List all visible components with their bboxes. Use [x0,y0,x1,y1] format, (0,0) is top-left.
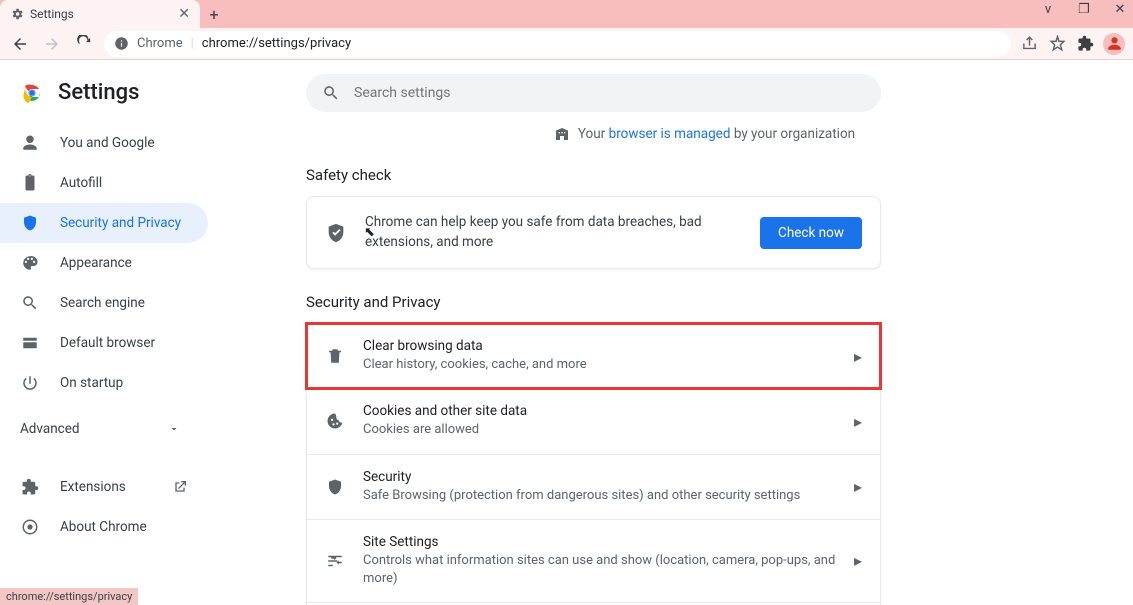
sidebar-item-label: Security and Privacy [60,215,181,231]
check-now-button[interactable]: Check now [760,217,862,249]
sidebar-item-autofill[interactable]: Autofill [0,163,208,203]
managed-suffix: by your organization [730,126,855,142]
safety-check-card: Chrome can help keep you safe from data … [306,196,881,269]
main-content: Your browser is managed by your organiza… [256,60,1133,605]
chevron-right-icon: ▸ [854,412,862,431]
tab-close-icon[interactable]: ✕ [178,6,190,22]
titlebar: Settings ✕ + v ❐ ✕ [0,0,1133,28]
sidebar-item-about[interactable]: About Chrome [0,507,208,547]
settings-page: Settings You and Google Autofill Securit… [0,60,1133,605]
new-tab-button[interactable]: + [200,0,228,28]
row-sub: Controls what information sites can use … [363,552,836,588]
person-icon [20,133,40,153]
safety-text: Chrome can help keep you safe from data … [365,213,742,252]
row-cookies[interactable]: Cookies and other site data Cookies are a… [307,388,880,453]
row-security[interactable]: Security Safe Browsing (protection from d… [307,454,880,519]
trash-icon [325,346,345,366]
row-clear-browsing-data[interactable]: Clear browsing data Clear history, cookie… [307,324,880,388]
close-window-button[interactable]: ✕ [1111,2,1129,17]
page-title: Settings [58,80,139,105]
extensions-icon [20,477,40,497]
privacy-card: Clear browsing data Clear history, cookie… [306,323,881,605]
sidebar-item-label: About Chrome [60,519,147,535]
sidebar: Settings You and Google Autofill Securit… [0,60,256,605]
chevron-right-icon: ▸ [854,477,862,496]
row-sub: Cookies are allowed [363,421,836,439]
share-icon[interactable] [1019,34,1039,54]
managed-notice: Your browser is managed by your organiza… [306,126,1103,142]
sidebar-item-label: On startup [60,375,123,391]
extensions-icon[interactable] [1075,34,1095,54]
sidebar-item-default-browser[interactable]: Default browser [0,323,208,363]
search-icon [20,293,40,313]
power-icon [20,373,40,393]
row-title: Clear browsing data [363,338,836,354]
chevron-right-icon: ▸ [854,551,862,570]
shield-check-icon [325,222,347,244]
sidebar-item-security[interactable]: Security and Privacy [0,203,208,243]
status-bar-url: chrome://settings/privacy [0,588,138,605]
row-title: Site Settings [363,534,836,550]
sidebar-item-appearance[interactable]: Appearance [0,243,208,283]
url-text: chrome://settings/privacy [202,36,351,51]
back-button[interactable] [8,32,32,56]
sidebar-item-label: Search engine [60,295,145,311]
privacy-heading: Security and Privacy [306,293,1103,311]
shield-icon [20,213,40,233]
site-info-icon[interactable] [114,36,129,51]
chevron-right-icon: ▸ [854,347,862,366]
sidebar-item-label: Default browser [60,335,155,351]
advanced-label: Advanced [20,421,80,437]
sidebar-advanced[interactable]: Advanced [0,409,200,449]
maximize-button[interactable]: ❐ [1075,2,1093,17]
managed-prefix: Your [578,126,609,142]
chevron-down-icon [168,423,180,435]
reload-button[interactable] [72,32,96,56]
clipboard-icon [20,173,40,193]
sidebar-item-on-startup[interactable]: On startup [0,363,208,403]
row-title: Cookies and other site data [363,403,836,419]
gear-icon [10,7,24,21]
palette-icon [20,253,40,273]
window-controls: v ❐ ✕ [1039,2,1129,17]
row-site-settings[interactable]: Site Settings Controls what information s… [307,519,880,602]
row-title: Security [363,469,836,485]
tune-icon [325,551,345,571]
browser-window-icon [20,333,40,353]
managed-link[interactable]: browser is managed [609,126,731,142]
sidebar-item-label: Autofill [60,175,102,191]
open-in-new-icon [172,479,188,495]
building-icon [554,126,570,142]
safety-check-heading: Safety check [306,166,1103,184]
tab-title: Settings [30,7,74,21]
cookie-icon [325,411,345,431]
app-title: Settings [0,76,256,123]
shield-icon [325,477,345,497]
bookmark-icon[interactable] [1047,34,1067,54]
origin-label: Chrome [137,36,183,51]
browser-tab[interactable]: Settings ✕ [0,0,200,28]
sidebar-item-label: You and Google [60,135,155,151]
cursor-icon: ⬉ [364,225,375,240]
chrome-logo-icon [20,81,44,105]
browser-toolbar: Chrome | chrome://settings/privacy [0,28,1133,60]
row-sub: Safe Browsing (protection from dangerous… [363,487,836,505]
chrome-icon [20,517,40,537]
sidebar-item-extensions[interactable]: Extensions [0,467,208,507]
search-input[interactable] [354,85,865,101]
sidebar-item-label: Appearance [60,255,132,271]
sidebar-item-label: Extensions [60,479,126,495]
address-bar[interactable]: Chrome | chrome://settings/privacy [104,31,1011,57]
forward-button[interactable] [40,32,64,56]
sidebar-item-search-engine[interactable]: Search engine [0,283,208,323]
minimize-button[interactable]: v [1039,2,1057,17]
row-sub: Clear history, cookies, cache, and more [363,356,836,374]
settings-search[interactable] [306,74,881,112]
profile-avatar[interactable] [1103,33,1125,55]
search-icon [322,84,340,102]
sidebar-item-you-and-google[interactable]: You and Google [0,123,208,163]
